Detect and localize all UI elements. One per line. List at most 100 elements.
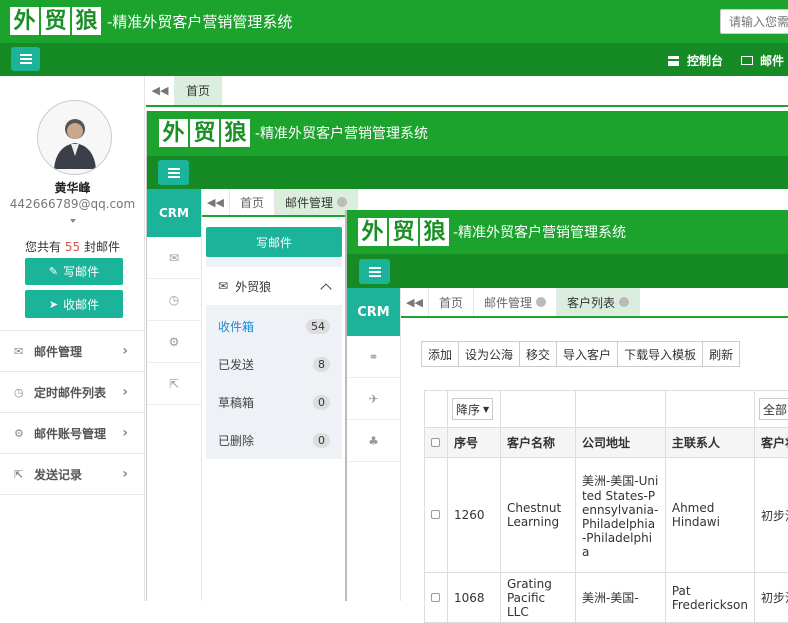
close-icon[interactable] [536, 297, 546, 307]
column-header[interactable]: 序号 [447, 428, 500, 458]
edit-icon: ✎ [49, 265, 58, 278]
folder-count: 0 [313, 433, 330, 448]
table-row[interactable]: 1068 Grating Pacific LLC 美洲-美国- Pat Fred… [425, 573, 788, 623]
column-header[interactable]: 公司地址 [575, 428, 665, 458]
profile-email: 442666789@qq.com [0, 197, 145, 211]
tab-home[interactable]: 首页 [230, 189, 275, 215]
folder-inbox[interactable]: 收件箱 54 [206, 307, 342, 345]
sort-select[interactable]: 降序▼ [452, 398, 493, 420]
avatar [37, 100, 112, 175]
menu-toggle-button[interactable] [11, 47, 40, 71]
add-button[interactable]: 添加 [421, 341, 459, 367]
mail-folder-panel: 写邮件 ✉ 外贸狼 收件箱 54 已发送 8 草稿箱 0 已删除 0 [206, 227, 342, 459]
double-chevron-left-icon[interactable]: ◀◀ [146, 76, 174, 105]
frame3-tab-bar: ◀◀ 首页 邮件管理 客户列表 [401, 288, 788, 318]
close-icon[interactable] [337, 197, 347, 207]
receive-mail-button[interactable]: ➤ 收邮件 [25, 290, 123, 318]
chevron-up-icon [320, 283, 331, 294]
tab-mail-management[interactable]: 邮件管理 [474, 288, 557, 316]
console-icon [668, 56, 679, 66]
envelope-icon [741, 56, 753, 65]
crm-label: CRM [147, 189, 201, 237]
brand: 外 贸 狼 -精准外贸客户营销管理系统 [358, 218, 626, 246]
outer-tab-bar: ◀◀ 首页 [146, 76, 788, 107]
table-row[interactable]: 1260 Chestnut Learning 美洲-美国-United Stat… [425, 458, 788, 573]
nested-frame-customers: 外 贸 狼 -精准外贸客户营销管理系统 CRM ⚭ ✈ ♣ ◀◀ 首页 邮件管理… [345, 210, 788, 601]
handshake-icon[interactable]: ⚭ [347, 336, 400, 378]
envelope-icon[interactable]: ✉ [147, 237, 201, 279]
app-title: -精准外贸客户营销管理系统 [453, 222, 626, 242]
share-icon: ⇱ [14, 468, 28, 481]
search-input[interactable] [720, 9, 788, 34]
sidebar-menu: ✉ 邮件管理 › ◷ 定时邮件列表 › ⚙ 邮件账号管理 › ⇱ 发送记录 › [0, 330, 144, 495]
frame3-toolbar [347, 254, 788, 288]
status-select[interactable]: 全部 [759, 398, 788, 420]
table-header: 序号 客户名称 公司地址 主联系人 客户状 [425, 428, 788, 458]
mail-count: 您共有 55 封邮件 [0, 238, 145, 255]
import-customers-button[interactable]: 导入客户 [556, 341, 618, 367]
clock-icon[interactable]: ◷ [147, 279, 201, 321]
menu-toggle-button[interactable] [359, 259, 390, 284]
share-icon[interactable]: ⇱ [147, 363, 201, 405]
menu-toggle-button[interactable] [158, 160, 189, 185]
send-icon: ➤ [49, 298, 58, 311]
envelope-icon: ✉ [218, 279, 228, 293]
folder-list: 收件箱 54 已发送 8 草稿箱 0 已删除 0 [206, 307, 342, 459]
transfer-button[interactable]: 移交 [519, 341, 557, 367]
tree-icon[interactable]: ♣ [347, 420, 400, 462]
write-mail-button[interactable]: ✎ 写邮件 [25, 258, 123, 285]
plane-icon[interactable]: ✈ [347, 378, 400, 420]
frame2-header: 外 贸 狼 -精准外贸客户营销管理系统 [147, 111, 788, 156]
app-logo: 外 贸 狼 [159, 119, 250, 147]
folder-drafts[interactable]: 草稿箱 0 [206, 383, 342, 421]
gear-icon[interactable]: ⚙ [147, 321, 201, 363]
frame2-toolbar [147, 156, 788, 189]
brand: 外 贸 狼 -精准外贸客户营销管理系统 [159, 119, 428, 147]
top-header: 外 贸 狼 -精准外贸客户营销管理系统 [0, 0, 788, 43]
sidebar-item-mail-accounts[interactable]: ⚙ 邮件账号管理 › [0, 413, 144, 454]
envelope-icon: ✉ [14, 345, 28, 358]
tab-home[interactable]: 首页 [174, 76, 222, 105]
customer-table: 降序▼ 全部 序号 客户名称 公司地址 主联系人 客户状 1260 Chestn… [424, 390, 788, 623]
frame3-header: 外 贸 狼 -精准外贸客户营销管理系统 [347, 210, 788, 254]
folder-count: 0 [313, 395, 330, 410]
chevron-right-icon: › [122, 425, 128, 441]
set-public-pool-button[interactable]: 设为公海 [458, 341, 520, 367]
chevron-right-icon: › [122, 343, 128, 359]
column-header[interactable]: 客户状 [754, 428, 788, 458]
double-chevron-left-icon[interactable]: ◀◀ [202, 189, 230, 215]
tab-customer-list[interactable]: 客户列表 [557, 288, 640, 316]
row-checkbox[interactable] [431, 510, 440, 519]
column-header[interactable]: 主联系人 [665, 428, 754, 458]
gear-icon: ⚙ [14, 427, 28, 440]
filter-row: 降序▼ 全部 [425, 391, 788, 428]
chevron-right-icon: › [122, 384, 128, 400]
app-logo: 外 贸 狼 [10, 7, 101, 35]
sidebar-item-mail-management[interactable]: ✉ 邮件管理 › [0, 331, 144, 372]
folder-count: 54 [306, 319, 330, 334]
console-link[interactable]: 控制台 [668, 52, 723, 69]
profile-name: 黄华峰 [0, 179, 145, 196]
tab-home[interactable]: 首页 [429, 288, 474, 316]
folder-sent[interactable]: 已发送 8 [206, 345, 342, 383]
mail-link[interactable]: 邮件 [741, 52, 784, 69]
chevron-right-icon: › [122, 466, 128, 482]
refresh-button[interactable]: 刷新 [702, 341, 740, 367]
row-checkbox[interactable] [431, 593, 440, 602]
sidebar-item-send-records[interactable]: ⇱ 发送记录 › [0, 454, 144, 495]
double-chevron-left-icon[interactable]: ◀◀ [401, 288, 429, 316]
select-all-checkbox[interactable] [431, 438, 440, 447]
app-title: -精准外贸客户营销管理系统 [255, 123, 428, 143]
column-header[interactable]: 客户名称 [500, 428, 575, 458]
close-icon[interactable] [619, 297, 629, 307]
download-template-button[interactable]: 下载导入模板 [617, 341, 703, 367]
write-mail-button[interactable]: 写邮件 [206, 227, 342, 257]
caret-down-icon[interactable] [70, 219, 76, 223]
frame2-crm-column: CRM ✉ ◷ ⚙ ⇱ [147, 189, 202, 601]
sidebar-item-scheduled-mail[interactable]: ◷ 定时邮件列表 › [0, 372, 144, 413]
folder-deleted[interactable]: 已删除 0 [206, 421, 342, 459]
caret-down-icon: ▼ [483, 405, 489, 414]
folder-count: 8 [313, 357, 330, 372]
mail-account-header[interactable]: ✉ 外贸狼 [206, 267, 342, 305]
crm-label: CRM [347, 288, 400, 336]
